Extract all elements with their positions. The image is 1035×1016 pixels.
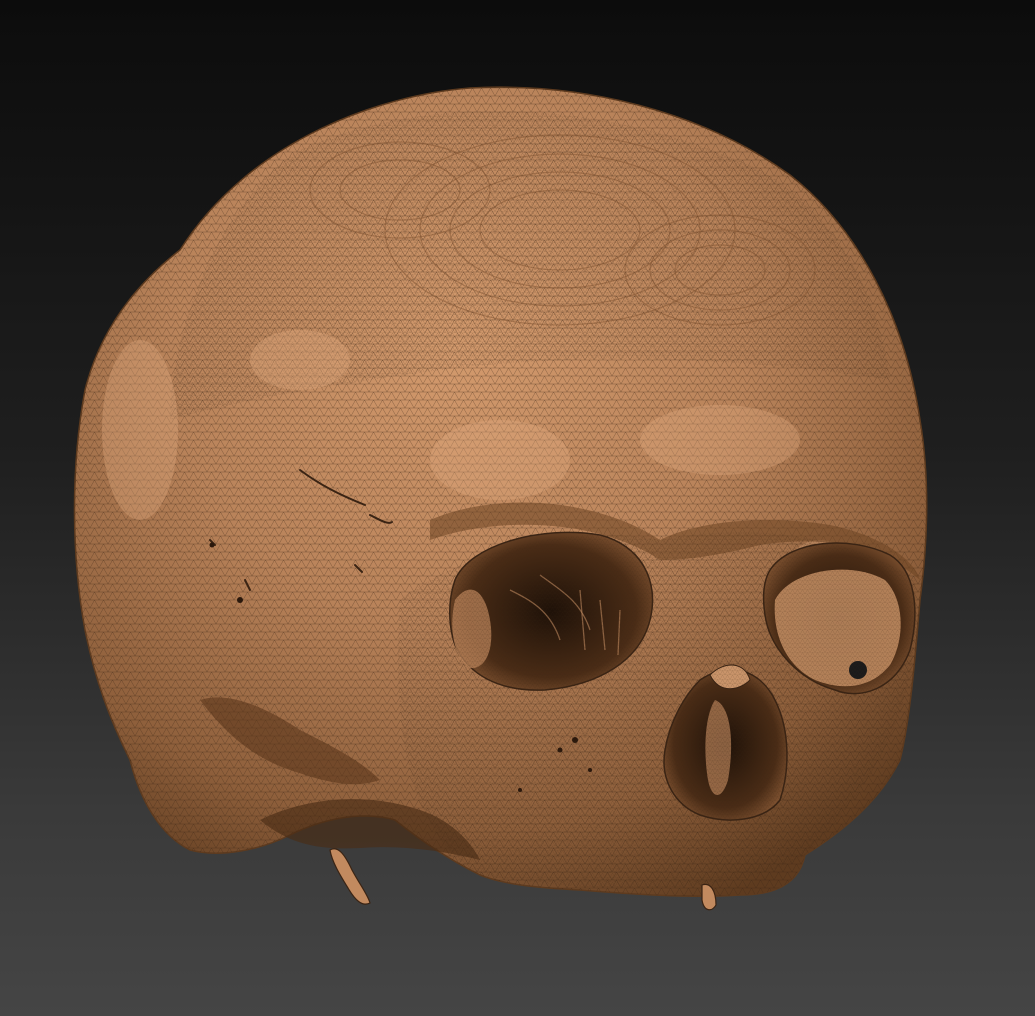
3d-viewport[interactable] xyxy=(0,0,1035,1016)
face-wireframe xyxy=(398,532,916,889)
styloid-fragment xyxy=(329,848,371,905)
skull-render[interactable] xyxy=(0,0,1035,1016)
